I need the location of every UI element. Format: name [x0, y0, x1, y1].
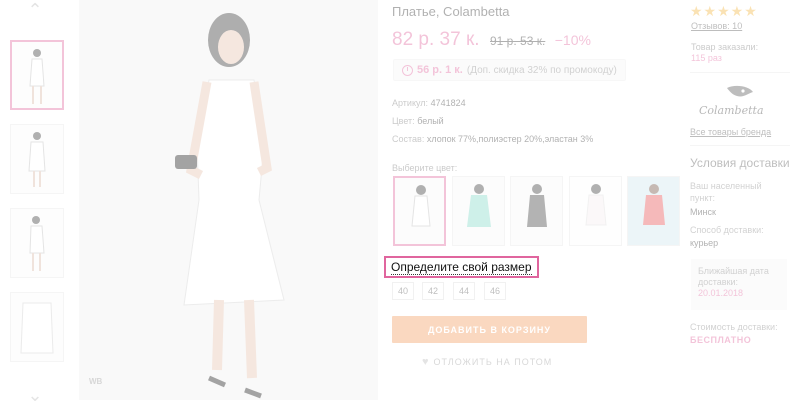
gallery-down-icon[interactable]: ⌄	[24, 386, 46, 404]
nearest-date-label: Ближайшая дата доставки:	[698, 266, 769, 287]
city-value[interactable]: Минск	[690, 207, 716, 217]
clock-icon	[402, 64, 413, 76]
size-46-button[interactable]: 46	[484, 282, 506, 300]
gallery-thumb-2[interactable]	[10, 124, 64, 194]
main-product-photo[interactable]: WB	[79, 0, 378, 400]
article-label: Артикул:	[392, 98, 429, 108]
reviews-link[interactable]: Отзывов: 10	[691, 21, 742, 31]
nearest-delivery-box: Ближайшая дата доставки: 20.01.2018	[691, 259, 787, 310]
divider	[690, 145, 790, 146]
brand-logo[interactable]: Colambetta	[699, 104, 764, 117]
swatch-black[interactable]	[510, 176, 563, 246]
size-guide-label: Определите свой размер	[391, 260, 532, 275]
orders-count: Товар заказали: 115 раз	[691, 42, 758, 64]
rating-stars: ★★★★★	[690, 3, 758, 19]
delivery-title: Условия доставки	[690, 156, 790, 170]
promo-price-box: 56 р. 1 к. (Доп. скидка 32% по промокоду…	[393, 59, 626, 81]
delivery-method-value[interactable]: курьер	[690, 238, 718, 248]
price-block: 82 р. 37 к. 91 р. 53 к. −10%	[392, 29, 591, 51]
size-40-button[interactable]: 40	[392, 282, 414, 300]
choose-color-label: Выберите цвет:	[392, 163, 458, 173]
promo-price: 56 р. 1 к.	[417, 64, 463, 76]
nearest-date-value: 20.01.2018	[698, 288, 744, 298]
composition-row: Состав: хлопок 77%,полиэстер 20%,эластан…	[392, 134, 593, 144]
delivery-cost-label: Стоимость доставки:	[690, 322, 778, 332]
heart-icon: ♥	[422, 356, 430, 368]
size-guide-link[interactable]: Определите свой размер	[384, 256, 539, 278]
swatch-light-pink[interactable]	[569, 176, 622, 246]
color-label: Цвет:	[392, 116, 415, 126]
ordered-label: Товар заказали:	[691, 42, 759, 52]
save-for-later-label: ОТЛОЖИТЬ НА ПОТОМ	[433, 357, 553, 367]
divider	[690, 72, 790, 73]
current-price: 82 р. 37 к.	[392, 29, 480, 50]
color-value: белый	[417, 116, 444, 126]
composition-value: хлопок 77%,полиэстер 20%,эластан 3%	[426, 134, 594, 144]
gallery-thumb-4[interactable]	[10, 292, 64, 362]
swatch-mint[interactable]	[452, 176, 505, 246]
ordered-value: 115 раз	[691, 53, 722, 63]
discount-badge: −10%	[554, 32, 591, 48]
article-row: Артикул: 4741824	[392, 98, 466, 108]
model-image	[175, 13, 285, 399]
swatch-white[interactable]	[393, 176, 446, 246]
brand-products-link[interactable]: Все товары бренда	[690, 127, 771, 137]
city-label: Ваш населенный пункт:	[690, 181, 762, 203]
add-to-cart-button[interactable]: ДОБАВИТЬ В КОРЗИНУ	[392, 316, 587, 343]
swatch-red[interactable]	[627, 176, 680, 246]
gallery-thumb-3[interactable]	[10, 208, 64, 278]
size-44-button[interactable]: 44	[453, 282, 475, 300]
delivery-cost-value: БЕСПЛАТНО	[690, 335, 752, 345]
delivery-method-label: Способ доставки:	[690, 225, 764, 235]
product-title: Платье, Colambetta	[392, 4, 510, 19]
save-for-later-button[interactable]: ♥ ОТЛОЖИТЬ НА ПОТОМ	[422, 356, 552, 368]
promo-note: (Доп. скидка 32% по промокоду)	[466, 64, 617, 76]
size-42-button[interactable]: 42	[422, 282, 444, 300]
photo-watermark: WB	[89, 377, 103, 386]
color-row: Цвет: белый	[392, 116, 444, 126]
old-price: 91 р. 53 к.	[490, 34, 546, 48]
composition-label: Состав:	[392, 134, 425, 144]
gallery-thumb-1[interactable]	[10, 40, 64, 110]
article-value: 4741824	[430, 98, 466, 108]
gallery-up-icon[interactable]: ⌃	[24, 1, 46, 19]
